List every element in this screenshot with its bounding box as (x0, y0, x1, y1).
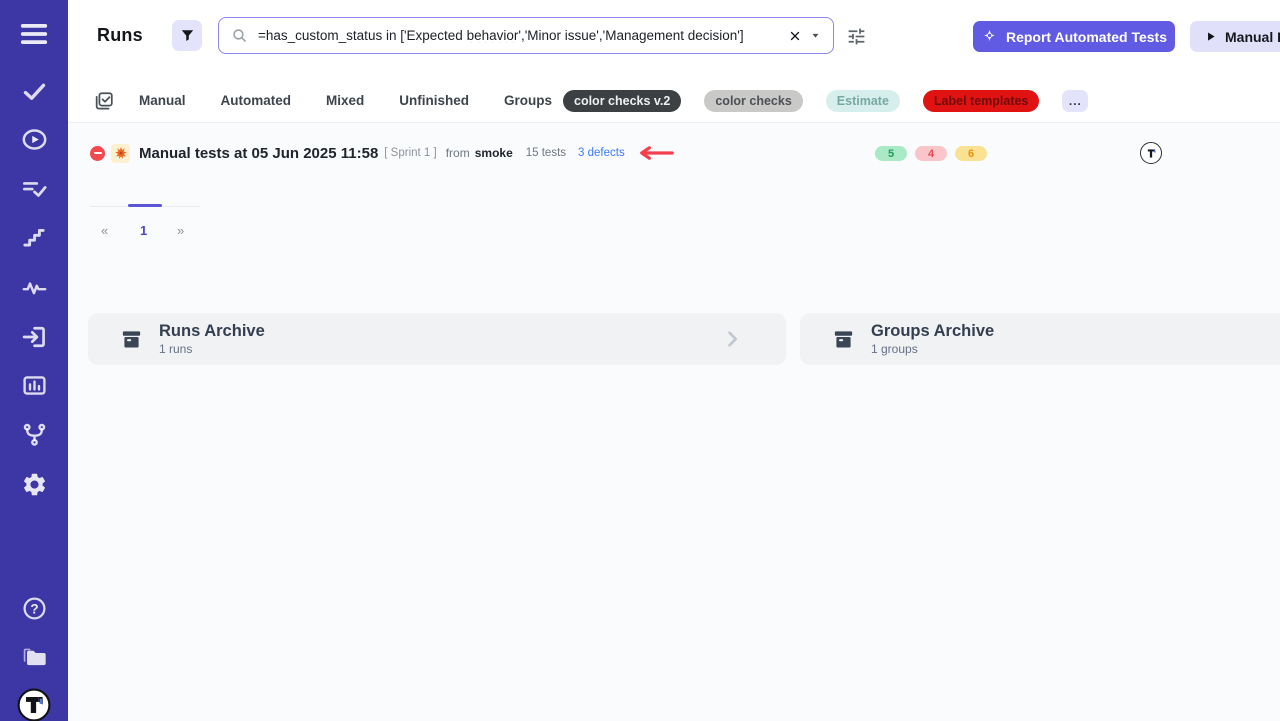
play-icon (1204, 30, 1217, 43)
folder-icon[interactable] (0, 642, 68, 672)
gear-icon[interactable] (0, 469, 68, 499)
run-avatar[interactable] (1140, 142, 1162, 164)
bar-chart-icon[interactable] (0, 370, 68, 400)
manual-button-label: Manual R (1225, 29, 1280, 45)
blocked-status-icon (90, 146, 105, 161)
run-defects-link[interactable]: 3 defects (578, 147, 625, 159)
content-area (68, 122, 1280, 721)
archive-box-icon (832, 328, 855, 351)
report-button-label: Report Automated Tests (1006, 29, 1167, 45)
collision-emoji-icon (111, 144, 130, 163)
branch-icon[interactable] (0, 419, 68, 449)
pagination-next[interactable]: » (177, 223, 184, 238)
svg-text:?: ? (30, 601, 38, 616)
run-status-badges: 5 4 6 (875, 146, 987, 161)
run-from-label: from (446, 146, 470, 160)
annotation-arrow-icon (637, 145, 675, 161)
steps-icon[interactable] (0, 223, 68, 253)
pagination-active-indicator (128, 204, 162, 207)
report-automated-tests-button[interactable]: Report Automated Tests (973, 21, 1175, 52)
check-icon[interactable] (0, 76, 68, 106)
archive-box-icon (120, 328, 143, 351)
more-tags-button[interactable]: ... (1062, 90, 1088, 112)
groups-archive-card[interactable]: Groups Archive 1 groups (800, 313, 1280, 365)
run-source: smoke (475, 146, 513, 160)
badge-failed: 4 (915, 146, 947, 161)
pulse-icon[interactable] (0, 272, 68, 302)
tab-mixed[interactable]: Mixed (326, 93, 364, 108)
sign-in-icon[interactable] (0, 322, 68, 352)
runs-archive-title: Runs Archive (159, 322, 722, 341)
tab-automated[interactable]: Automated (221, 93, 292, 108)
run-title[interactable]: Manual tests at 05 Jun 2025 11:58 (139, 145, 378, 162)
filter-button[interactable] (172, 20, 202, 51)
badge-skipped: 6 (955, 146, 987, 161)
list-check-icon[interactable] (0, 173, 68, 203)
tag-label-templates[interactable]: Label templates (923, 90, 1039, 112)
label-filters: color checks v.2 color checks Estimate L… (563, 90, 1088, 112)
run-type-tabs: Manual Automated Mixed Unfinished Groups (139, 93, 552, 108)
tab-unfinished[interactable]: Unfinished (399, 93, 469, 108)
chevron-right-icon[interactable] (722, 329, 742, 349)
search-settings-button[interactable] (843, 23, 869, 49)
runs-archive-count: 1 runs (159, 342, 722, 356)
tag-estimate[interactable]: Estimate (826, 90, 900, 112)
search-query: =has_custom_status in ['Expected behavio… (258, 28, 785, 43)
tab-manual[interactable]: Manual (139, 93, 186, 108)
run-row[interactable]: Manual tests at 05 Jun 2025 11:58 [ Spri… (90, 140, 675, 166)
manual-run-button[interactable]: Manual R (1190, 21, 1280, 52)
search-dropdown-caret-icon[interactable] (807, 28, 823, 44)
play-circle-icon[interactable] (0, 124, 68, 154)
tag-color-checks-v2[interactable]: color checks v.2 (563, 90, 681, 112)
misspelled-word: behavior (467, 28, 519, 43)
pagination-page-1[interactable]: 1 (140, 223, 147, 238)
card-text: Groups Archive 1 groups (871, 322, 1280, 356)
select-all-icon[interactable] (93, 90, 115, 112)
search-icon (231, 27, 248, 44)
page-title: Runs (97, 25, 143, 46)
pagination-prev[interactable]: « (101, 223, 108, 238)
clear-search-icon[interactable] (785, 26, 805, 46)
tag-color-checks[interactable]: color checks (704, 90, 802, 112)
tab-groups[interactable]: Groups (504, 93, 552, 108)
groups-archive-title: Groups Archive (871, 322, 1280, 341)
card-text: Runs Archive 1 runs (159, 322, 722, 356)
groups-archive-count: 1 groups (871, 342, 1280, 356)
runs-page: ? Runs =has_custom_status in ['Expected … (0, 0, 1280, 721)
runs-archive-card[interactable]: Runs Archive 1 runs (88, 313, 786, 365)
sidebar: ? (0, 0, 68, 721)
logo-icon[interactable] (0, 690, 68, 720)
run-sprint-label: [ Sprint 1 ] (384, 147, 436, 159)
spark-icon (981, 28, 998, 45)
funnel-icon (179, 27, 196, 44)
menu-icon[interactable] (0, 19, 68, 49)
help-icon[interactable]: ? (0, 593, 68, 623)
search-input[interactable]: =has_custom_status in ['Expected behavio… (218, 17, 834, 54)
badge-passed: 5 (875, 146, 907, 161)
sliders-icon (846, 26, 867, 47)
run-tests-count: 15 tests (526, 147, 566, 159)
